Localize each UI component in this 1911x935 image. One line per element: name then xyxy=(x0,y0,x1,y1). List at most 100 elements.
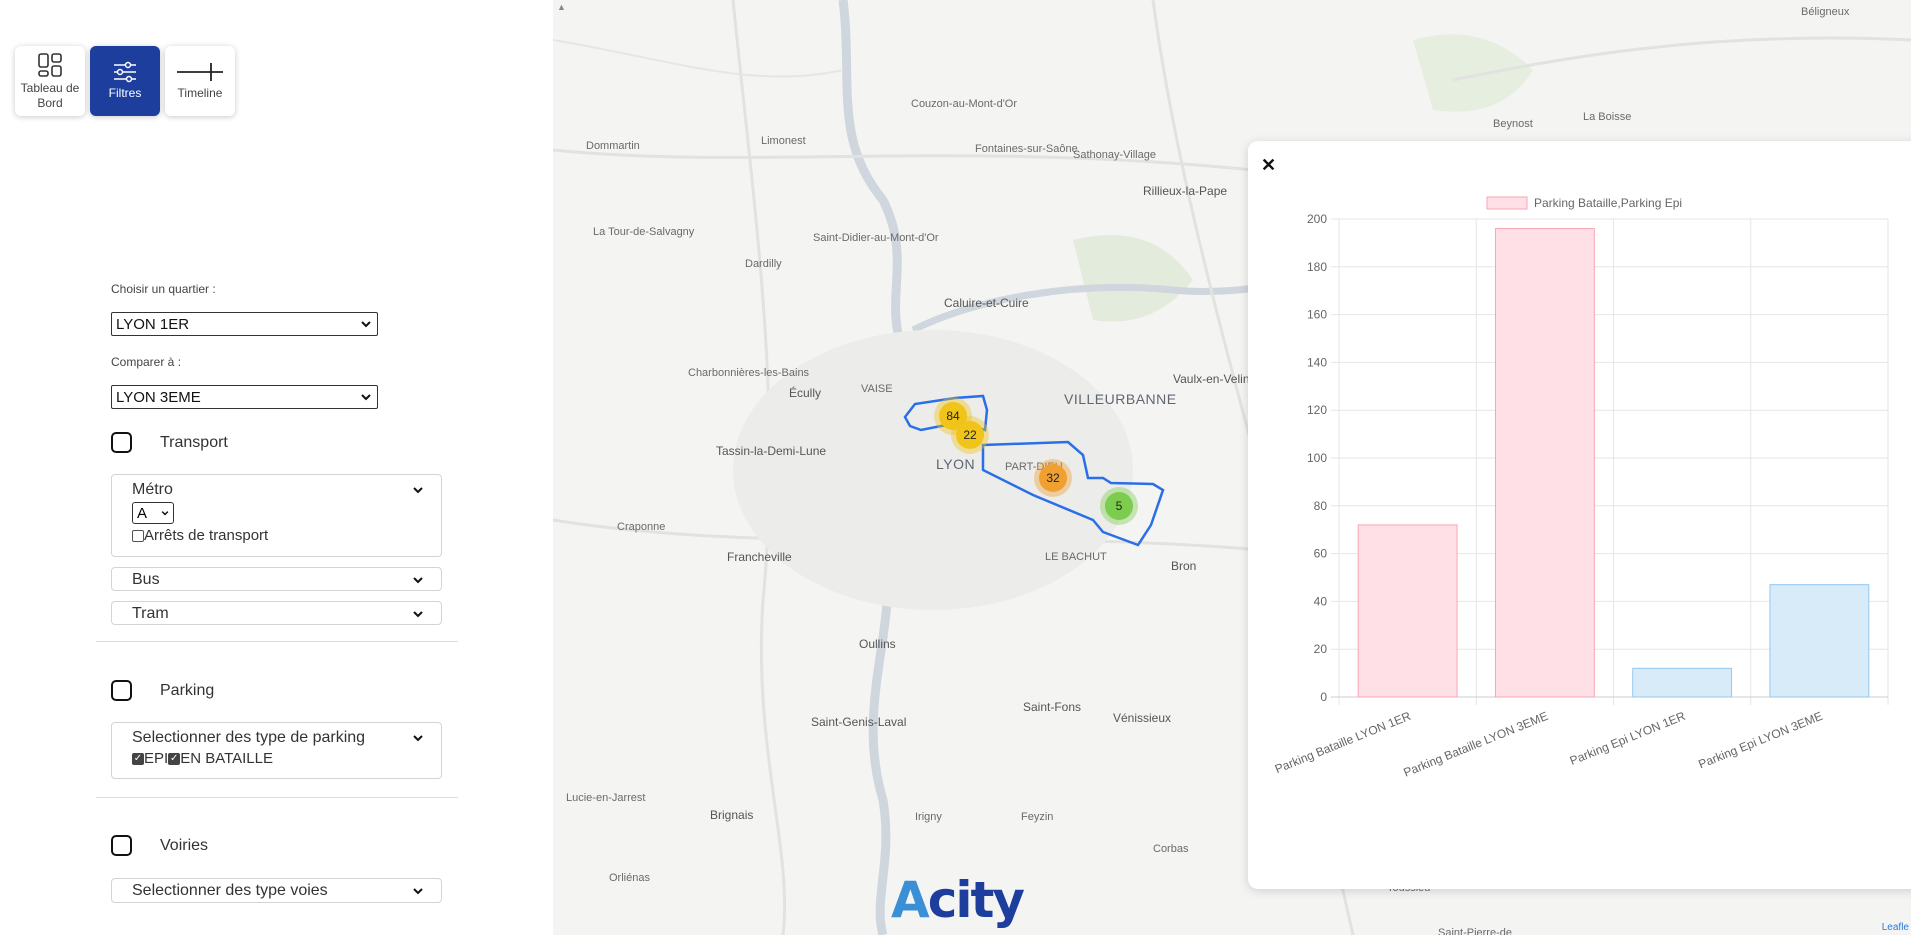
map-place-label: Oullins xyxy=(859,637,896,651)
stops-label: Arrêts de transport xyxy=(144,527,269,544)
metro-line-value: A xyxy=(137,504,148,522)
stops-checkbox[interactable] xyxy=(132,529,144,542)
epi-label: EPI xyxy=(144,750,169,767)
roads-type-dropdown[interactable]: Selectionner des type voies xyxy=(112,879,441,903)
bar xyxy=(1494,228,1595,698)
section-divider xyxy=(96,641,458,642)
map-place-label: Brignais xyxy=(710,808,754,822)
x-tick-label: Parking Bataille LYON 1ER xyxy=(1273,709,1413,776)
cluster-count: 22 xyxy=(956,421,984,449)
parking-options: ✓ EPI ✓ EN BATAILLE xyxy=(132,750,441,767)
transport-section: Transport xyxy=(111,432,228,453)
y-tick-label: 200 xyxy=(1307,212,1327,226)
map-place-label: Béligneux xyxy=(1801,6,1850,18)
tram-panel: Tram xyxy=(111,601,442,625)
logo-mark: A xyxy=(891,871,930,929)
filters-label: Filtres xyxy=(108,86,142,100)
timeline-icon xyxy=(177,63,223,81)
map-place-label: Feyzin xyxy=(1021,811,1054,823)
app-root: Tableau de Bord Filtres Timeline Choisir… xyxy=(0,0,1911,935)
legend-label: Parking Bataille,Parking Epi xyxy=(1534,196,1682,210)
map-place-label: La Tour-de-Salvagny xyxy=(593,226,695,238)
parking-panel: Selectionner des type de parking ✓ EPI ✓… xyxy=(111,722,442,779)
chevron-down-icon xyxy=(413,888,423,895)
y-tick-label: 140 xyxy=(1307,355,1327,369)
chevron-down-icon xyxy=(361,321,371,328)
map-cluster-marker[interactable]: 5 xyxy=(1100,487,1138,525)
tram-label: Tram xyxy=(132,605,169,622)
cluster-count: 32 xyxy=(1039,464,1067,492)
chevron-down-icon xyxy=(413,577,423,584)
map-place-label: Saint-Genis-Laval xyxy=(811,715,907,729)
sidebar: Tableau de Bord Filtres Timeline Choisir… xyxy=(0,0,553,935)
map-place-label: Rillieux-la-Pape xyxy=(1143,184,1228,198)
bar xyxy=(1357,524,1458,698)
district-select[interactable]: LYON 1ER xyxy=(111,312,378,336)
map-attribution[interactable]: Leafle xyxy=(1882,922,1909,933)
metro-label: Métro xyxy=(132,481,173,498)
compare-select[interactable]: LYON 3EME xyxy=(111,385,378,409)
transport-checkbox[interactable] xyxy=(111,432,132,453)
parking-label: Parking xyxy=(160,681,215,699)
map-place-label: Écully xyxy=(789,386,822,400)
map-place-label: Lucie-en-Jarrest xyxy=(566,792,646,804)
epi-checkbox[interactable]: ✓ xyxy=(132,752,144,765)
chart-modal: ✕ Parking Bataille,Parking Epi 0 20 40 60 80 1… xyxy=(1248,141,1911,889)
map-corner-marker: ▲ xyxy=(557,2,566,12)
transport-label: Transport xyxy=(160,433,228,451)
timeline-label: Timeline xyxy=(177,86,223,100)
bus-dropdown[interactable]: Bus xyxy=(112,568,441,592)
roads-checkbox[interactable] xyxy=(111,835,132,856)
y-tick-label: 0 xyxy=(1320,690,1327,704)
y-tick-label: 120 xyxy=(1307,403,1327,417)
map-cluster-marker[interactable]: 22 xyxy=(951,416,989,454)
district-label: Choisir un quartier : xyxy=(111,282,216,296)
roads-section: Voiries xyxy=(111,835,208,856)
y-tick-label: 80 xyxy=(1314,499,1328,513)
sliders-icon xyxy=(114,61,136,83)
map-place-label: Saint-Didier-au-Mont-d'Or xyxy=(813,232,939,244)
y-tick-label: 20 xyxy=(1314,642,1328,656)
map-place-label: Craponne xyxy=(617,521,666,533)
parking-checkbox[interactable] xyxy=(111,680,132,701)
roads-type-label: Selectionner des type voies xyxy=(132,882,328,899)
map-place-label: Vaulx-en-Velin xyxy=(1173,372,1250,386)
bataille-checkbox[interactable]: ✓ xyxy=(168,752,181,765)
metro-dropdown[interactable]: Métro xyxy=(112,478,441,502)
map-place-label: VILLEURBANNE xyxy=(1064,391,1177,407)
stops-option: Arrêts de transport xyxy=(132,527,441,544)
bataille-label: EN BATAILLE xyxy=(180,750,273,767)
tram-dropdown[interactable]: Tram xyxy=(112,602,441,626)
map-place-label: Limonest xyxy=(761,135,806,147)
view-switcher: Tableau de Bord Filtres Timeline xyxy=(15,46,240,116)
map-place-label: Vénissieux xyxy=(1113,711,1172,725)
metro-line-select[interactable]: A xyxy=(132,502,174,524)
map-place-label: Beynost xyxy=(1493,118,1533,130)
chevron-down-icon xyxy=(361,394,371,401)
district-select-value: LYON 1ER xyxy=(116,315,190,333)
chevron-down-icon xyxy=(413,611,423,618)
chevron-down-icon xyxy=(413,487,423,494)
map-place-label: LE BACHUT xyxy=(1045,551,1107,563)
map-place-label: Orliénas xyxy=(609,872,650,884)
dashboard-button[interactable]: Tableau de Bord xyxy=(15,46,85,116)
map-place-label: La Boisse xyxy=(1583,111,1632,123)
map-place-label: Francheville xyxy=(727,550,792,564)
bar xyxy=(1769,584,1870,698)
map-place-label: VAISE xyxy=(861,383,893,395)
timeline-button[interactable]: Timeline xyxy=(165,46,235,116)
y-tick-label: 180 xyxy=(1307,260,1327,274)
y-tick-label: 160 xyxy=(1307,308,1327,322)
parking-type-dropdown[interactable]: Selectionner des type de parking xyxy=(112,726,441,750)
map-place-label: Saint-Fons xyxy=(1023,700,1082,714)
metro-panel: Métro A Arrêts de transport xyxy=(111,474,442,557)
filters-button[interactable]: Filtres xyxy=(90,46,160,116)
y-tick-label: 40 xyxy=(1314,594,1328,608)
acity-logo: Acity xyxy=(891,870,1025,930)
map-cluster-marker[interactable]: 32 xyxy=(1034,459,1072,497)
dashboard-icon xyxy=(38,52,62,77)
map-place-label: Caluire-et-Cuire xyxy=(944,296,1029,310)
map-place-label: Sathonay-Village xyxy=(1073,149,1156,161)
compare-select-value: LYON 3EME xyxy=(116,388,201,406)
map-place-label: Fontaines-sur-Saône xyxy=(975,143,1078,155)
